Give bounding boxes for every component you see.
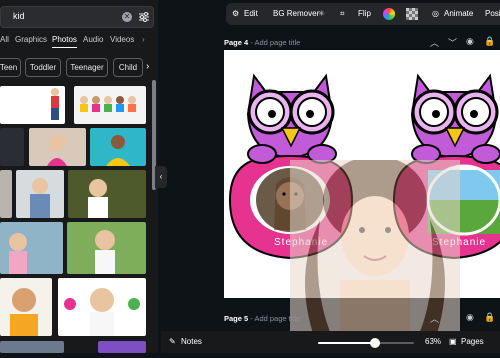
search-input[interactable]: kid — [13, 11, 25, 21]
edit-button[interactable]: Edit — [244, 3, 258, 25]
photo-result[interactable] — [67, 222, 146, 274]
chevron-down-icon[interactable]: ﹀ — [448, 36, 457, 49]
chip-teenager[interactable]: Teenager — [66, 58, 108, 77]
tab-all[interactable]: All — [0, 35, 9, 44]
lock-icon[interactable]: 🔒 — [484, 312, 495, 323]
page-5-title-input[interactable]: - Add page title — [250, 314, 300, 323]
animate-icon: ◎ — [432, 9, 439, 18]
photo-result[interactable] — [74, 86, 146, 124]
category-tabs: All Graphics Photos Audio Videos › — [0, 35, 158, 49]
search-box[interactable]: kid ✕ — [0, 6, 154, 28]
photo-result[interactable] — [58, 278, 146, 336]
page-5-label: Page 5 — [224, 314, 249, 323]
crop-icon[interactable]: ⌗ — [340, 3, 345, 25]
photo-result[interactable] — [0, 86, 65, 124]
side-panel: kid ✕ All Graphics Photos Audio Videos ›… — [0, 0, 158, 353]
eye-icon[interactable]: ◉ — [466, 36, 474, 47]
notes-icon: ✎ — [169, 337, 176, 346]
photo-result[interactable] — [90, 128, 146, 166]
zoom-level[interactable]: 63% — [425, 331, 441, 353]
color-picker-icon[interactable] — [383, 8, 395, 20]
chip-toddler[interactable]: Toddler — [25, 58, 61, 77]
pages-button[interactable]: Pages — [461, 331, 484, 353]
chevron-up-icon[interactable]: ︿ — [430, 36, 439, 49]
tab-graphics[interactable]: Graphics — [15, 35, 47, 44]
photo-result[interactable] — [0, 278, 52, 336]
position-button[interactable]: Posi — [485, 3, 500, 25]
clear-search-icon[interactable]: ✕ — [122, 12, 132, 22]
photo-result[interactable] — [0, 341, 64, 353]
photo-result[interactable] — [0, 170, 12, 218]
context-toolbar: ⚙ Edit BG Remover ✳ ⌗ Flip ◎ Animate Pos… — [226, 3, 500, 25]
sparkle-icon: ✳ — [318, 9, 325, 18]
eye-icon[interactable]: ◉ — [466, 312, 474, 323]
photo-result[interactable] — [16, 170, 64, 218]
collapse-panel-button[interactable]: ‹ — [155, 166, 167, 188]
tab-photos[interactable]: Photos — [52, 35, 77, 48]
page-5-header: Page 5 - Add page title ︿ ◉ 🔒 — [224, 312, 500, 326]
photo-result[interactable] — [0, 128, 24, 166]
page-4-header: Page 4 - Add page title ︿ ﹀ ◉ 🔒 — [224, 36, 500, 50]
lock-icon[interactable]: 🔒 — [484, 36, 495, 47]
bg-remover-button[interactable]: BG Remover — [273, 3, 319, 25]
filter-icon[interactable] — [138, 11, 150, 23]
chip-teen[interactable]: Teen — [0, 58, 21, 77]
filter-chips: Teen Toddler Teenager Child › — [0, 58, 158, 78]
chevron-up-icon[interactable]: ︿ — [430, 312, 439, 325]
edit-icon: ⚙ — [232, 9, 240, 18]
page-4-label: Page 4 — [224, 38, 249, 47]
photo-result[interactable] — [98, 341, 146, 353]
tabs-more-icon[interactable]: › — [142, 35, 145, 44]
photo-result[interactable] — [68, 170, 146, 218]
zoom-slider-handle[interactable] — [369, 338, 380, 348]
chip-child[interactable]: Child — [113, 58, 143, 77]
pages-icon: ▣ — [449, 337, 457, 346]
photo-result[interactable] — [0, 222, 63, 274]
chips-next-icon[interactable]: › — [146, 61, 149, 72]
notes-button[interactable]: Notes — [181, 331, 202, 353]
tab-videos[interactable]: Videos — [110, 35, 134, 44]
transparency-icon[interactable] — [406, 8, 418, 20]
tab-audio[interactable]: Audio — [83, 35, 103, 44]
animate-button[interactable]: Animate — [444, 3, 473, 25]
flip-button[interactable]: Flip — [358, 3, 371, 25]
zoom-slider-fill — [318, 342, 375, 344]
photo-result[interactable] — [29, 128, 86, 166]
page-4-title-input[interactable]: - Add page title — [250, 38, 300, 47]
